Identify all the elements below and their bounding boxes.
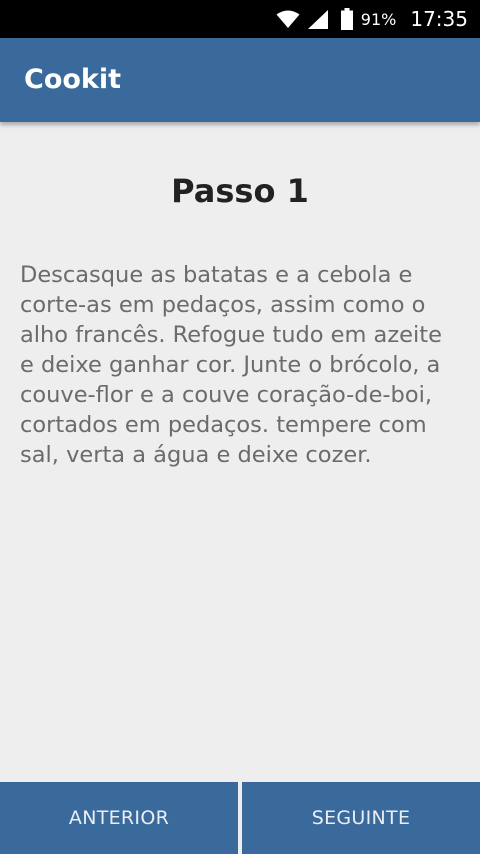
app-bar: Cookit — [0, 38, 480, 122]
battery-icon — [340, 8, 353, 30]
previous-button[interactable]: ANTERIOR — [0, 782, 238, 854]
battery-percentage: 91% — [360, 9, 397, 29]
app-title: Cookit — [24, 64, 122, 95]
step-navigation: ANTERIOR SEGUINTE — [0, 782, 480, 854]
step-content: Passo 1 Descasque as batatas e a cebola … — [0, 122, 480, 782]
status-bar: 91% 17:35 — [0, 0, 480, 38]
next-button[interactable]: SEGUINTE — [242, 782, 480, 854]
step-instructions: Descasque as batatas e a cebola e corte-… — [20, 262, 442, 468]
wifi-icon — [276, 10, 300, 29]
status-indicators: 91% 17:35 — [276, 0, 468, 38]
step-title: Passo 1 — [171, 172, 309, 210]
status-clock: 17:35 — [410, 7, 468, 31]
signal-icon — [307, 9, 328, 29]
